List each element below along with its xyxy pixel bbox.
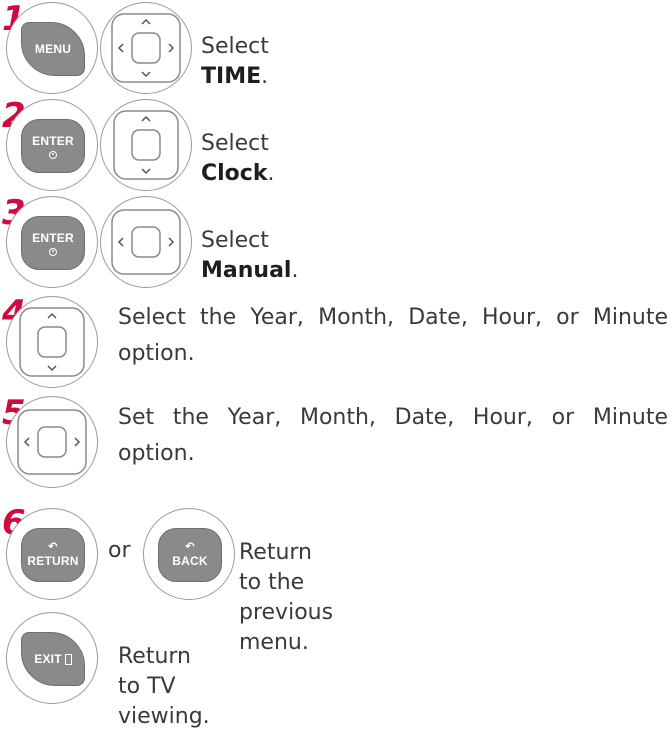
step-text: Return to the previous menu. xyxy=(239,540,334,655)
nav-up-down-left-right-icon xyxy=(110,12,181,83)
step-text-line: Select the Year, Month, Date, Hour, or M… xyxy=(118,305,668,330)
return-key-circle: ↶ RETURN xyxy=(6,508,98,600)
nav-left-right-icon xyxy=(16,408,87,475)
nav-circle xyxy=(6,396,98,488)
enter-key: ENTER xyxy=(21,216,85,270)
step-text: Set the Year, Month, Date, Hour, or Minu… xyxy=(118,403,668,469)
nav-circle xyxy=(100,196,192,288)
back-key: ↶ BACK xyxy=(158,528,222,582)
step-text: Select Manual. xyxy=(201,228,299,283)
enter-key-circle: ENTER xyxy=(6,196,98,288)
enter-key-circle: ENTER xyxy=(6,99,98,191)
nav-circle xyxy=(100,99,192,191)
menu-key-circle: MENU xyxy=(6,2,98,94)
step-text: Select the Year, Month, Date, Hour, or M… xyxy=(118,303,668,369)
step-text: Select TIME. xyxy=(201,34,269,89)
enter-key: ENTER xyxy=(21,119,85,173)
nav-circle xyxy=(100,2,192,94)
menu-key: MENU xyxy=(21,22,85,76)
nav-up-down-icon xyxy=(18,306,85,377)
return-key: ↶ RETURN xyxy=(21,528,85,582)
return-arrow-icon: ↶ xyxy=(185,541,195,553)
back-key-circle: ↶ BACK xyxy=(143,508,235,600)
step-text-line: option. xyxy=(118,441,195,466)
nav-left-right-icon xyxy=(110,208,181,275)
nav-circle xyxy=(6,296,98,388)
exit-door-icon xyxy=(64,653,72,665)
or-label: or xyxy=(108,538,131,563)
enter-dot-icon xyxy=(49,247,57,256)
exit-key-circle: EXIT xyxy=(6,612,98,704)
step-text-line: option. xyxy=(118,341,195,366)
step-text-line: Set the Year, Month, Date, Hour, or Minu… xyxy=(118,405,668,430)
step-text: Select Clock. xyxy=(201,131,275,186)
return-arrow-icon: ↶ xyxy=(48,541,58,553)
enter-dot-icon xyxy=(49,150,57,159)
step-text: Return to TV viewing. xyxy=(118,644,210,729)
exit-key: EXIT xyxy=(21,632,85,686)
nav-up-down-icon xyxy=(112,109,179,180)
